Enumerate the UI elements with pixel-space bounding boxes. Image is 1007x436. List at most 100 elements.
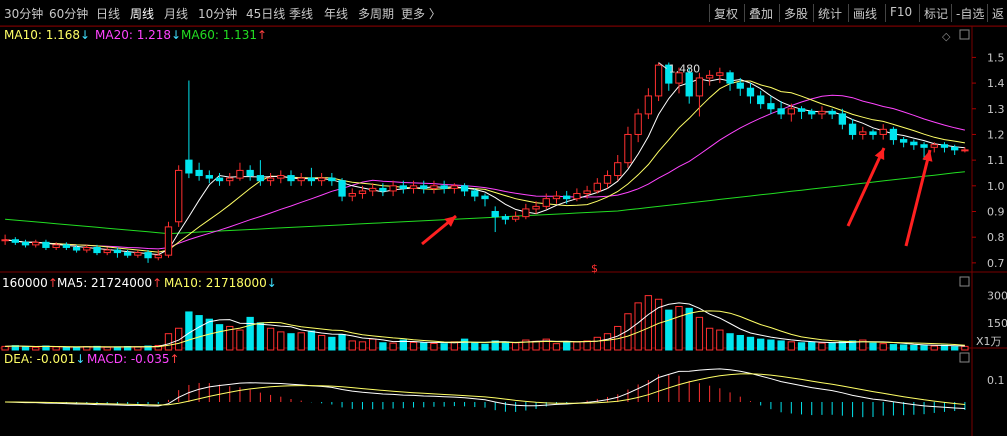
volume-bar: [511, 342, 520, 351]
candle-body: [563, 195, 571, 200]
volume-bar: [369, 338, 377, 351]
candle-body: [940, 144, 949, 148]
candle-body: [123, 252, 132, 256]
volume-bar: [777, 340, 785, 351]
candle-body: [399, 185, 407, 189]
volume-bar: [430, 342, 438, 351]
volume-bar: [930, 345, 938, 351]
volume-bar: [471, 342, 479, 351]
candle-body: [757, 95, 765, 105]
candle-body: [154, 254, 162, 259]
candle-body: [920, 144, 928, 148]
candle-body: [767, 103, 775, 110]
volume-bar: [307, 330, 316, 351]
volume-tick-label: 150: [987, 317, 1007, 330]
maximize-icon: [959, 29, 970, 40]
kline-chart[interactable]: 1.5 1.4 1.3 1.2 1.1 1.0 0.9 0.8 0.7 1.480 $ ◇ 300 150…: [0, 0, 1007, 436]
volume-bar: [736, 335, 744, 351]
candle-body: [21, 241, 30, 246]
maximize-icon: [959, 352, 970, 363]
volume-bar: [644, 295, 653, 351]
volume-bar: [379, 342, 387, 351]
candle-body: [175, 169, 183, 223]
candle-body: [185, 159, 193, 174]
volume-bar: [593, 336, 601, 351]
candle-body: [1, 239, 9, 242]
volume-bar: [328, 336, 336, 351]
volume-bar: [808, 341, 816, 351]
candle-body: [511, 216, 520, 220]
volume-bar: [195, 315, 203, 351]
candle-body: [951, 146, 959, 151]
volume-bar: [501, 341, 510, 351]
candle-body: [787, 108, 795, 115]
volume-bar: [460, 338, 469, 351]
volume-bar: [164, 333, 173, 351]
volume-bar: [215, 324, 224, 351]
candle-body: [685, 72, 693, 97]
volume-bar: [767, 339, 775, 351]
volume-bar: [103, 346, 111, 351]
candle-body: [430, 185, 438, 189]
candle-body: [113, 249, 122, 254]
volume-bar: [665, 309, 673, 351]
candle-body: [654, 64, 663, 97]
candle-body: [52, 244, 60, 248]
volume-bar: [869, 342, 877, 351]
candle-body: [961, 149, 969, 152]
volume-bar: [266, 327, 275, 351]
candle-body: [287, 175, 295, 182]
candle-body: [889, 128, 898, 141]
candle-body: [440, 185, 448, 189]
candle-body: [307, 177, 316, 182]
candle-body: [348, 193, 356, 197]
candle-body: [42, 241, 50, 248]
volume-unit: X1万: [976, 335, 1002, 348]
candle-body: [420, 185, 428, 189]
candle-body: [869, 131, 877, 135]
candle-body: [195, 169, 203, 177]
candle-body: [910, 141, 918, 146]
candle-body: [72, 246, 81, 251]
candle-body: [777, 108, 785, 115]
candle-body: [256, 175, 265, 182]
volume-bar: [246, 316, 254, 351]
price-tick-label: 1.4: [987, 77, 1005, 90]
volume-bar: [675, 306, 683, 351]
volume-bar: [634, 302, 642, 351]
candle-body: [205, 175, 213, 179]
candle-body: [583, 190, 591, 195]
candle-body: [746, 87, 755, 97]
volume-bar: [72, 346, 81, 351]
candle-body: [634, 113, 642, 135]
volume-bar: [297, 332, 305, 351]
volume-bar: [420, 342, 428, 351]
volume-bar: [705, 327, 714, 351]
candle-body: [369, 187, 377, 192]
candle-body: [542, 198, 550, 207]
candle-body: [471, 190, 479, 197]
high-label: 1.480: [669, 63, 701, 76]
candle-body: [726, 72, 734, 84]
candle-body: [297, 177, 305, 182]
volume-bar: [134, 346, 142, 351]
volume-bar: [317, 335, 326, 351]
candle-body: [460, 185, 469, 192]
candle-body: [818, 110, 826, 115]
price-tick-label: 1.2: [987, 128, 1005, 141]
volume-bar: [797, 342, 806, 351]
volume-bar: [338, 334, 346, 351]
volume-bar: [879, 343, 887, 351]
candle-body: [317, 177, 326, 182]
candle-body: [532, 205, 540, 210]
ma5-line: [5, 78, 965, 256]
candle-body: [705, 74, 714, 79]
volume-bar: [185, 311, 193, 351]
volume-bar: [603, 333, 612, 351]
candle-body: [328, 177, 336, 182]
candle-body: [83, 246, 91, 251]
volume-bar: [757, 338, 765, 351]
volume-bar: [910, 344, 918, 351]
candle-body: [736, 82, 744, 89]
candle-body: [716, 72, 724, 76]
